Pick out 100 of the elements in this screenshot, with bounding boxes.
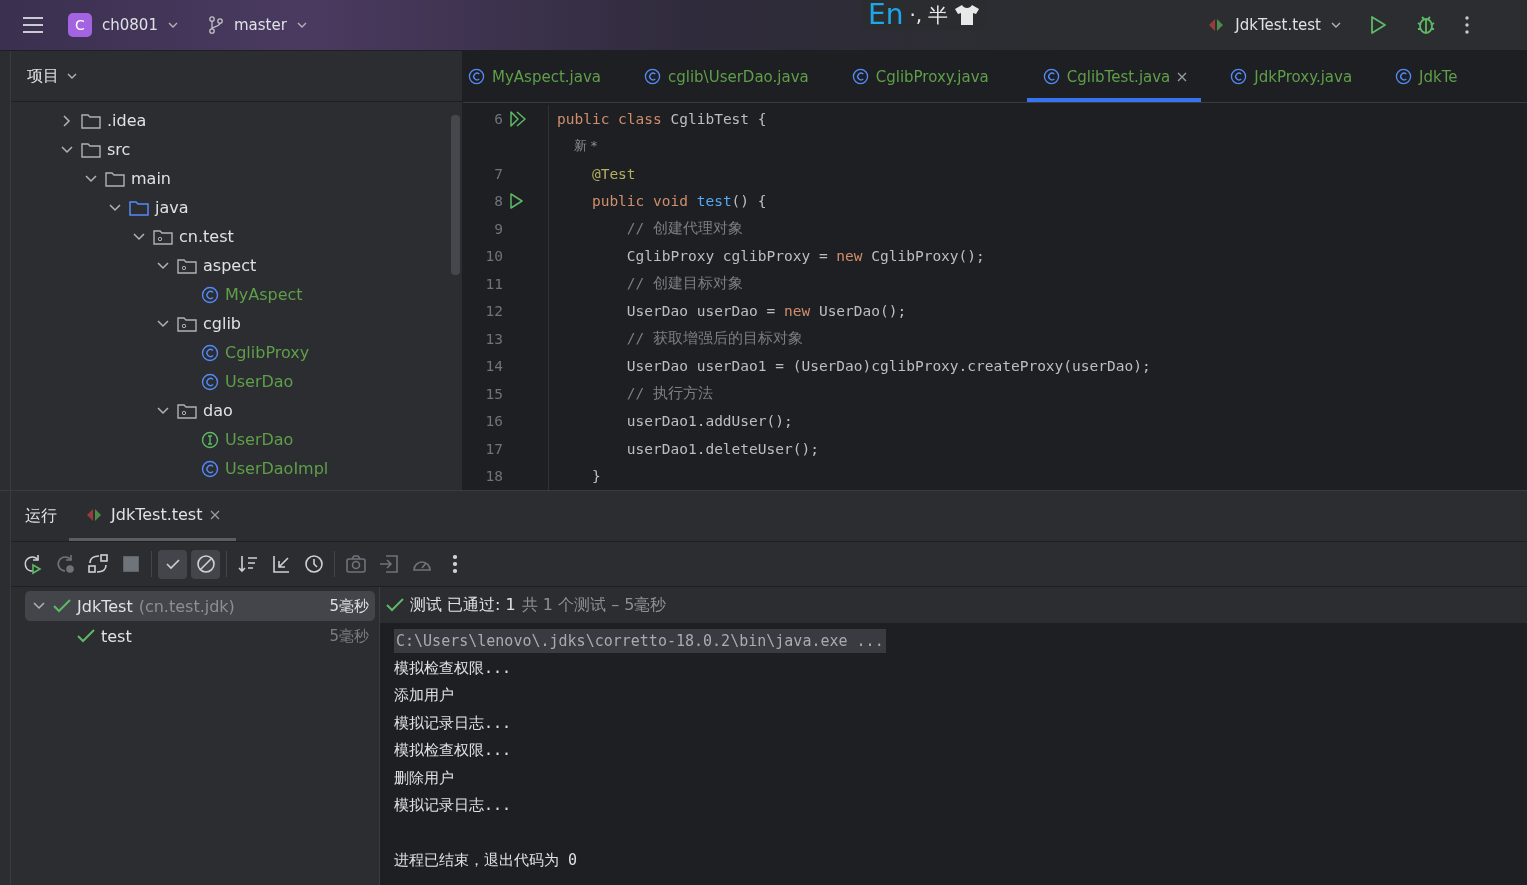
code-line: // 执行方法 xyxy=(625,384,714,404)
run-icon[interactable] xyxy=(1369,15,1387,35)
tree-item[interactable]: UserDao xyxy=(225,430,294,449)
scrollbar[interactable] xyxy=(451,115,460,275)
show-passed-button[interactable] xyxy=(158,549,187,579)
project-view-selector[interactable]: 项目 xyxy=(25,65,61,87)
class-icon xyxy=(1395,68,1413,85)
test-row[interactable]: test 5毫秒 xyxy=(25,621,375,651)
tree-item[interactable]: aspect xyxy=(203,256,257,275)
editor-tab[interactable]: MyAspect.java xyxy=(463,51,615,102)
caret-icon xyxy=(167,22,178,28)
clock-icon xyxy=(302,553,325,575)
editor-tab[interactable]: CglibTest.java xyxy=(1026,51,1202,102)
chevron-down-icon[interactable] xyxy=(85,174,97,183)
chevron-down-icon[interactable] xyxy=(157,406,169,415)
package-icon xyxy=(177,315,197,332)
tree-item[interactable]: main xyxy=(131,169,171,188)
interface-icon xyxy=(201,430,219,449)
tree-item[interactable]: cn.test xyxy=(179,227,234,246)
line-number: 13 xyxy=(484,330,503,347)
caret-icon xyxy=(296,22,307,28)
show-ignored-button[interactable] xyxy=(191,549,220,579)
run-config-selector[interactable]: JdkTest.test xyxy=(1233,16,1323,34)
folder-icon xyxy=(129,199,149,216)
test-result: 测试 已通过: 1 xyxy=(410,594,516,616)
code-line: public void test() { xyxy=(590,193,767,210)
console-line: 模拟检查权限... xyxy=(394,658,512,678)
tree-item[interactable]: cglib xyxy=(203,314,241,333)
class-icon xyxy=(1230,68,1248,85)
class-icon xyxy=(201,343,219,362)
tree-item[interactable]: java xyxy=(155,198,189,217)
code-line: // 创建目标对象 xyxy=(625,274,744,294)
run-all-icon[interactable] xyxy=(509,110,527,127)
input-mode-toggle[interactable]: En xyxy=(868,0,904,30)
branch-selector[interactable]: master xyxy=(231,16,289,34)
toggle-auto-test-icon xyxy=(86,553,109,575)
tree-item[interactable]: UserDao xyxy=(225,372,294,391)
folder-icon xyxy=(81,112,101,129)
bug-icon[interactable] xyxy=(1415,14,1437,36)
class-icon xyxy=(201,285,219,304)
chevron-down-icon[interactable] xyxy=(109,203,121,212)
caret-icon xyxy=(1331,22,1341,28)
editor-tab[interactable]: JdkTe xyxy=(1390,51,1472,102)
code-line: // 获取增强后的目标对象 xyxy=(625,329,804,349)
close-icon[interactable] xyxy=(1177,71,1188,82)
tree-item[interactable]: .idea xyxy=(107,111,147,130)
code-line: 新 * xyxy=(572,137,598,156)
editor-tab[interactable]: CglibProxy.java xyxy=(846,51,1003,102)
run-icon[interactable] xyxy=(509,193,523,210)
package-icon xyxy=(177,402,197,419)
caret-icon xyxy=(67,73,77,79)
console-line: 模拟记录日志... xyxy=(394,796,512,816)
chevron-down-icon[interactable] xyxy=(133,232,145,241)
package-icon xyxy=(177,257,197,274)
code-line: userDao1.deleteUser(); xyxy=(625,440,819,457)
folder-icon xyxy=(81,141,101,158)
run-config-icon xyxy=(85,507,103,522)
line-number: 8 xyxy=(493,193,503,210)
editor-tab[interactable]: cglib\UserDao.java xyxy=(639,51,823,102)
console-line: 进程已结束，退出代码为 0 xyxy=(394,851,578,871)
class-icon xyxy=(644,68,661,85)
chevron-down-icon[interactable] xyxy=(157,261,169,270)
line-number: 16 xyxy=(484,413,503,430)
line-number: 18 xyxy=(484,468,503,485)
chevron-right-icon[interactable] xyxy=(63,114,71,127)
chevron-down-icon[interactable] xyxy=(157,319,169,328)
code-line: } xyxy=(590,468,601,485)
console-line: 模拟记录日志... xyxy=(394,713,512,733)
import-icon xyxy=(377,553,400,575)
tree-item[interactable]: MyAspect xyxy=(225,285,303,304)
close-icon[interactable] xyxy=(210,509,221,520)
line-number: 14 xyxy=(484,358,503,375)
chevron-down-icon[interactable] xyxy=(33,602,45,610)
project-badge: C xyxy=(68,13,92,37)
run-config-icon xyxy=(1207,18,1226,32)
console-line: 添加用户 xyxy=(394,686,454,706)
code-line: UserDao userDao = new UserDao(); xyxy=(625,303,907,320)
line-number: 9 xyxy=(493,220,503,237)
tree-item[interactable]: UserDaoImpl xyxy=(225,459,329,478)
editor-tab[interactable]: JdkProxy.java xyxy=(1225,51,1367,102)
test-row[interactable]: JdkTest (cn.test.jdk) 5毫秒 xyxy=(25,591,375,621)
class-icon xyxy=(201,459,219,478)
tree-item[interactable]: dao xyxy=(203,401,233,420)
tree-item[interactable]: src xyxy=(107,140,131,159)
package-icon xyxy=(153,228,173,245)
line-number: 7 xyxy=(493,165,503,182)
code-line: userDao1.addUser(); xyxy=(625,413,793,430)
chevron-down-icon[interactable] xyxy=(61,145,73,154)
code-line: CglibProxy cglibProxy = new CglibProxy(); xyxy=(625,248,985,265)
width-toggle[interactable]: 半 xyxy=(928,1,949,29)
code-line: // 创建代理对象 xyxy=(625,219,744,239)
project-selector[interactable]: ch0801 xyxy=(100,16,160,34)
punctuation-toggle[interactable]: ·, xyxy=(909,3,923,27)
camera-icon xyxy=(344,553,367,575)
shirt-icon[interactable] xyxy=(954,4,981,26)
run-tab[interactable]: JdkTest.test xyxy=(69,491,237,541)
more-icon[interactable] xyxy=(1465,16,1469,34)
run-panel-title: 运行 xyxy=(25,505,57,527)
menu-icon[interactable] xyxy=(22,16,44,34)
tree-item[interactable]: CglibProxy xyxy=(225,343,310,362)
